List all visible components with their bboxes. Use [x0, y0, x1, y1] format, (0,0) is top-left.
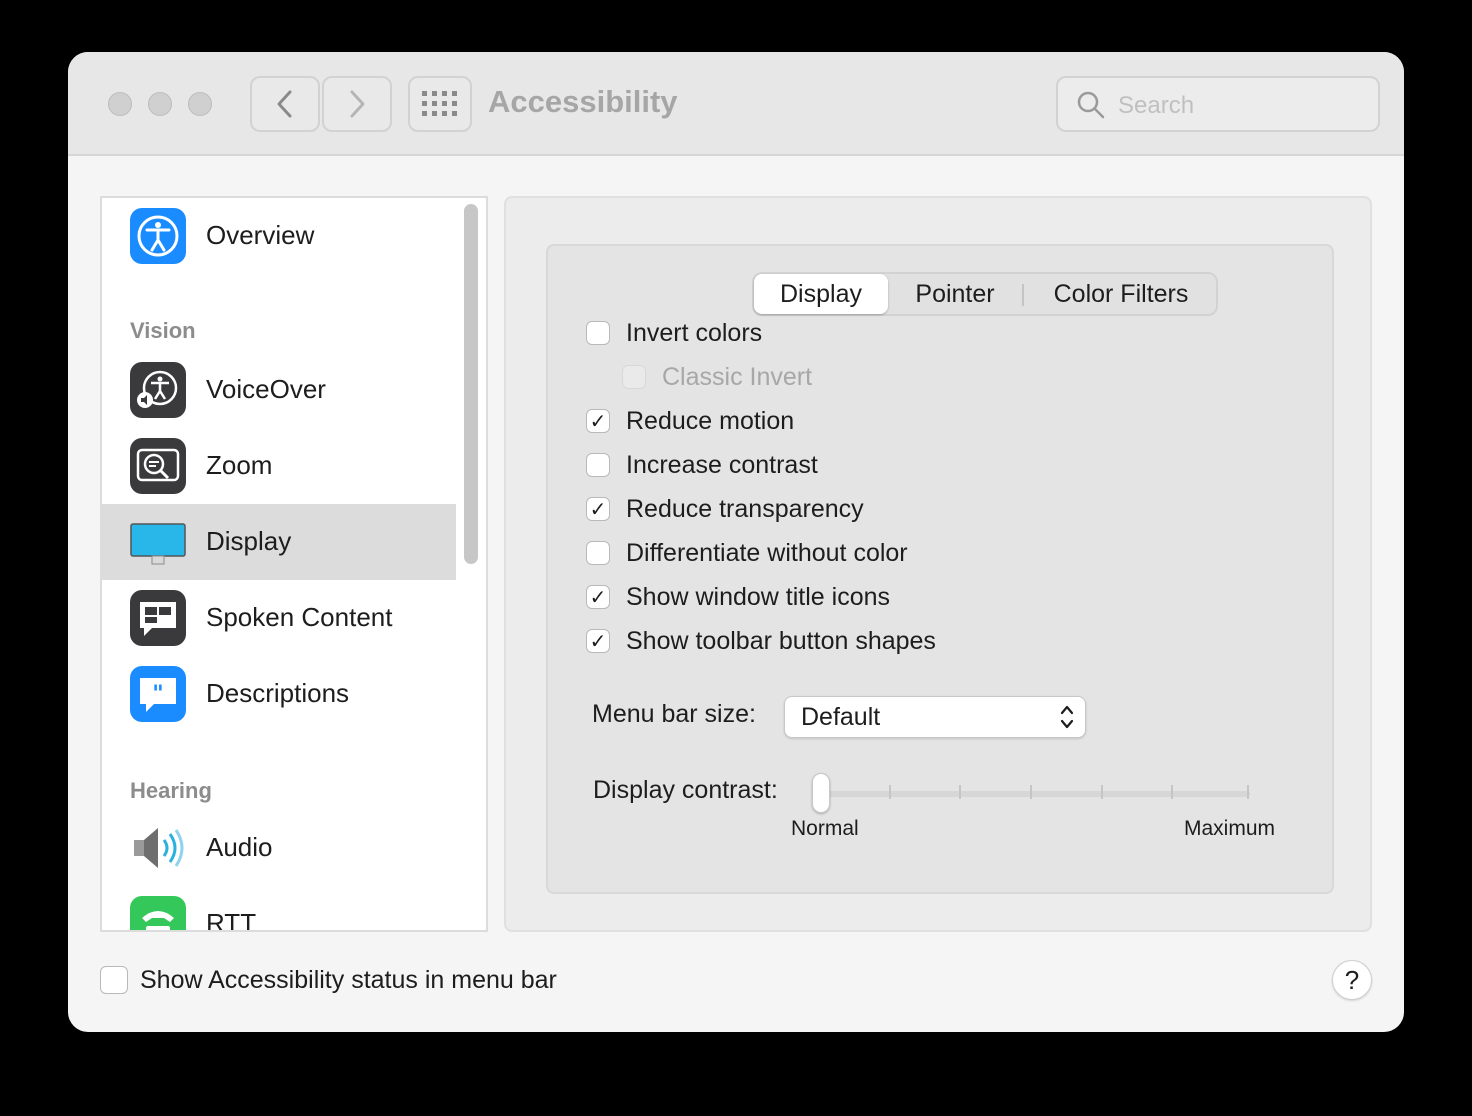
window-title: Accessibility: [488, 84, 678, 119]
sidebar-item-label: Display: [206, 526, 292, 556]
option-label: Reduce transparency: [626, 494, 864, 523]
sidebar-item-overview[interactable]: Overview: [102, 198, 456, 274]
contrast-slider-track[interactable]: [814, 791, 1250, 797]
slider-tick: [959, 785, 961, 799]
chevron-left-icon: [277, 90, 292, 118]
menu-bar-size-label: Menu bar size:: [592, 700, 756, 728]
descriptions-icon: ": [130, 666, 186, 722]
show-all-button[interactable]: [408, 76, 472, 132]
close-window-button[interactable]: [108, 92, 132, 116]
option-label: Show toolbar button shapes: [626, 626, 936, 655]
sidebar-item-audio[interactable]: Audio: [102, 810, 456, 886]
sidebar-scrollbar[interactable]: [464, 204, 478, 564]
forward-button[interactable]: [322, 76, 392, 132]
sidebar-item-spoken-content[interactable]: Spoken Content: [102, 580, 456, 656]
option-label: Show Accessibility status in menu bar: [140, 965, 557, 994]
option-label: Invert colors: [626, 318, 763, 347]
sidebar-item-zoom[interactable]: Zoom: [102, 428, 456, 504]
minimize-window-button[interactable]: [148, 92, 172, 116]
checkbox[interactable]: [586, 321, 610, 345]
search-field[interactable]: Search: [1056, 76, 1380, 132]
option-classic-invert: Classic Invert: [622, 362, 812, 392]
search-placeholder: Search: [1118, 92, 1195, 119]
sidebar-item-label: Audio: [206, 832, 273, 862]
status-menu-bar-option[interactable]: Show Accessibility status in menu bar: [100, 964, 557, 996]
option-reduce-motion[interactable]: ✓ Reduce motion: [586, 406, 794, 436]
option-label: Differentiate without color: [626, 538, 908, 567]
svg-text:": ": [152, 682, 163, 707]
slider-min-label: Normal: [791, 817, 859, 840]
sidebar-item-descriptions[interactable]: " Descriptions: [102, 656, 456, 732]
up-down-chevron-icon: [1060, 705, 1074, 729]
checkbox-checked[interactable]: ✓: [586, 585, 610, 609]
checkbox-disabled: [622, 365, 646, 389]
titlebar: Accessibility Search: [68, 52, 1404, 156]
sidebar-item-label: RTT: [206, 908, 257, 932]
option-label: Classic Invert: [662, 362, 813, 391]
checkbox-checked[interactable]: ✓: [586, 497, 610, 521]
option-label: Reduce motion: [626, 406, 795, 435]
option-differentiate-without-color[interactable]: Differentiate without color: [586, 538, 908, 568]
sidebar-section-hearing: Hearing: [130, 778, 212, 803]
display-tab-panel: Display Pointer Color Filters Invert col…: [546, 244, 1334, 894]
zoom-icon: [130, 438, 186, 494]
select-value: Default: [801, 703, 881, 731]
menu-bar-size-select[interactable]: Default: [784, 696, 1086, 738]
tab-pointer[interactable]: Pointer: [888, 274, 1022, 314]
checkbox[interactable]: [100, 966, 128, 994]
checkbox-checked[interactable]: ✓: [586, 409, 610, 433]
tab-bar: Display Pointer Color Filters: [752, 272, 1218, 316]
sidebar-item-display[interactable]: Display: [102, 504, 456, 580]
option-increase-contrast[interactable]: Increase contrast: [586, 450, 818, 480]
slider-tick: [1030, 785, 1032, 799]
option-label: Increase contrast: [626, 450, 818, 479]
sidebar-item-rtt[interactable]: RTT: [102, 886, 456, 932]
slider-tick: [1171, 785, 1173, 799]
sidebar-item-label: Overview: [206, 220, 315, 250]
tab-display[interactable]: Display: [754, 274, 888, 314]
option-reduce-transparency[interactable]: ✓ Reduce transparency: [586, 494, 864, 524]
display-settings-pane: Display Pointer Color Filters Invert col…: [504, 196, 1372, 932]
slider-max-label: Maximum: [1184, 817, 1276, 840]
option-show-window-title-icons[interactable]: ✓ Show window title icons: [586, 582, 890, 612]
checkbox[interactable]: [586, 541, 610, 565]
sidebar-item-label: Zoom: [206, 450, 273, 480]
sidebar-item-voiceover[interactable]: VoiceOver: [102, 352, 456, 428]
option-label: Show window title icons: [626, 582, 891, 611]
preferences-window: Accessibility Search Overview Vision Voi…: [68, 52, 1404, 1032]
checkbox-checked[interactable]: ✓: [586, 629, 610, 653]
spoken-content-icon: [130, 590, 186, 646]
sidebar-section-vision: Vision: [130, 318, 196, 343]
category-sidebar[interactable]: Overview Vision VoiceOver Zoom Display S…: [100, 196, 488, 932]
slider-tick: [1101, 785, 1103, 799]
search-icon: [1077, 91, 1105, 119]
display-icon: [130, 514, 186, 570]
option-invert-colors[interactable]: Invert colors: [586, 318, 762, 348]
contrast-slider-knob[interactable]: [812, 773, 830, 813]
zoom-window-button[interactable]: [188, 92, 212, 116]
voiceover-icon: [130, 362, 186, 418]
option-show-toolbar-button-shapes[interactable]: ✓ Show toolbar button shapes: [586, 626, 936, 656]
tab-color-filters[interactable]: Color Filters: [1024, 274, 1218, 314]
grid-icon: [422, 91, 457, 116]
back-button[interactable]: [250, 76, 320, 132]
chevron-right-icon: [350, 90, 365, 118]
rtt-icon: [130, 896, 186, 930]
help-button[interactable]: ?: [1332, 960, 1372, 1000]
sidebar-item-label: VoiceOver: [206, 374, 326, 404]
slider-tick: [1247, 785, 1249, 799]
speaker-icon: [130, 820, 186, 876]
accessibility-icon: [130, 208, 186, 264]
checkbox[interactable]: [586, 453, 610, 477]
slider-tick: [889, 785, 891, 799]
sidebar-item-label: Descriptions: [206, 678, 350, 708]
display-contrast-label: Display contrast:: [593, 776, 778, 804]
sidebar-item-label: Spoken Content: [206, 602, 393, 632]
